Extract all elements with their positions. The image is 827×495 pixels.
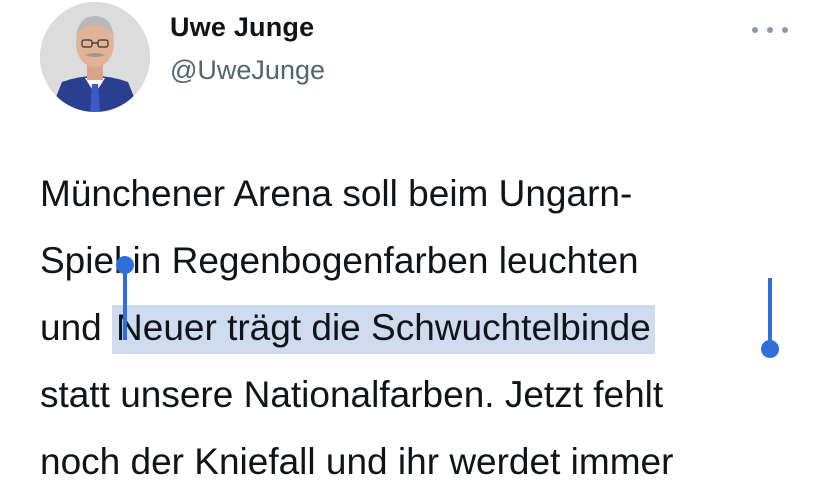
avatar-photo bbox=[40, 2, 150, 112]
tweet-line-text: und bbox=[40, 307, 113, 348]
more-horizontal-icon[interactable] bbox=[752, 20, 788, 40]
tweet-line: statt unsere Nationalfarben. Jetzt fehlt bbox=[40, 361, 810, 428]
tweet-line: Spiel in Regenbogenfarben leuchten bbox=[40, 227, 810, 294]
tweet-header: Uwe Junge @UweJunge bbox=[0, 0, 827, 120]
selection-end-cursor bbox=[768, 278, 772, 348]
tweet-line-text: Münchener Arena soll beim Ungarn- bbox=[40, 173, 633, 214]
selection-start-cursor bbox=[123, 268, 127, 340]
tweet-line-text: noch der Kniefall und ihr werdet immer bbox=[40, 441, 674, 482]
tweet-line-text: statt unsere Nationalfarben. Jetzt fehlt bbox=[40, 374, 664, 415]
author-handle[interactable]: @UweJunge bbox=[170, 55, 325, 86]
avatar[interactable] bbox=[40, 2, 150, 112]
tweet-line: und Neuer trägt die Schwuchtelbinde bbox=[40, 294, 810, 361]
tweet-line: noch der Kniefall und ihr werdet immer bbox=[40, 428, 810, 495]
more-dot bbox=[782, 27, 788, 33]
more-dot bbox=[767, 27, 773, 33]
selected-text[interactable]: Neuer trägt die Schwuchtelbinde bbox=[112, 305, 655, 354]
more-dot bbox=[752, 27, 758, 33]
author-name[interactable]: Uwe Junge bbox=[170, 12, 314, 43]
selection-start-handle[interactable] bbox=[116, 256, 134, 274]
selection-end-handle[interactable] bbox=[761, 340, 779, 358]
tweet-line: Münchener Arena soll beim Ungarn- bbox=[40, 160, 810, 227]
tweet-text: Münchener Arena soll beim Ungarn- Spiel … bbox=[40, 160, 810, 495]
